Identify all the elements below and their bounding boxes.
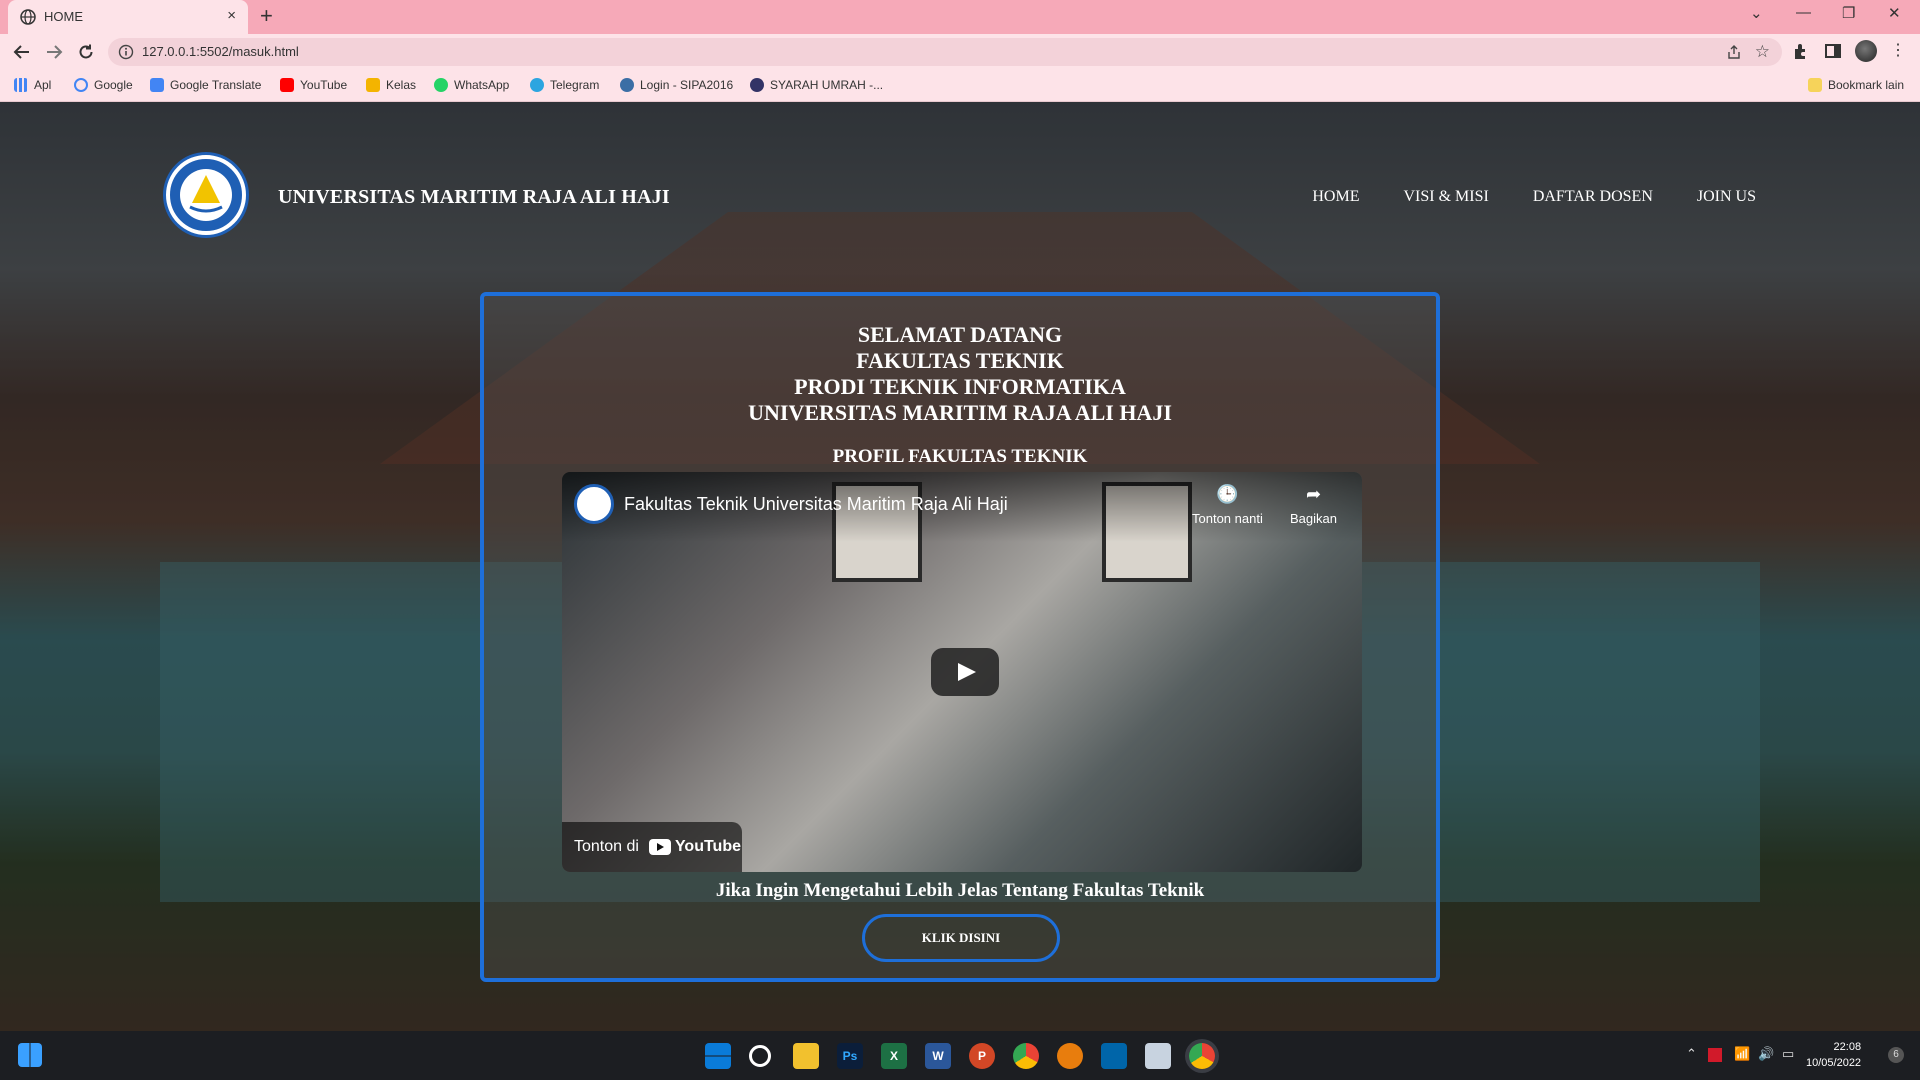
back-button[interactable] — [10, 40, 34, 64]
bookmark-google-translate[interactable]: Google Translate — [150, 78, 261, 92]
url-text[interactable]: 127.0.0.1:5502/masuk.html — [142, 44, 299, 59]
bookmark-star-icon[interactable]: ☆ — [1755, 42, 1770, 62]
profile-avatar[interactable] — [1855, 40, 1877, 62]
info-text: Jika Ingin Mengetahui Lebih Jelas Tentan… — [715, 880, 1205, 901]
youtube-icon — [280, 78, 294, 92]
photoshop-icon[interactable]: Ps — [837, 1043, 863, 1069]
tab-title: HOME — [44, 9, 83, 24]
box-app-icon[interactable] — [1145, 1043, 1171, 1069]
main-nav: HOME VISI & MISI DAFTAR DOSEN JOIN US — [1312, 188, 1756, 206]
windows-start-icon[interactable] — [18, 1043, 42, 1067]
nav-join-us[interactable]: JOIN US — [1697, 188, 1756, 206]
whatsapp-icon — [434, 78, 448, 92]
welcome-line: UNIVERSITAS MARITIM RAJA ALI HAJI — [748, 400, 1172, 425]
sipa-icon — [620, 78, 634, 92]
reload-button[interactable] — [74, 40, 98, 64]
windows-taskbar: Ps X W P ⌃ 📶 🔊 ▭ 22:08 10/05/2022 6 — [0, 1031, 1920, 1080]
channel-avatar[interactable] — [574, 484, 614, 524]
bookmarks-bar: Apl Google Google Translate YouTube Kela… — [0, 70, 1920, 102]
menu-icon[interactable]: ⋮ — [1890, 40, 1906, 60]
tab-strip: HOME × + ⌄ — ❐ ✕ — [0, 0, 1920, 34]
notification-badge[interactable]: 6 — [1888, 1047, 1904, 1063]
arrow-left-icon — [13, 45, 29, 59]
welcome-line: SELAMAT DATANG — [857, 322, 1063, 347]
bookmark-other-folder[interactable]: Bookmark lain — [1808, 78, 1904, 92]
welcome-card: SELAMAT DATANG FAKULTAS TEKNIK PRODI TEK… — [480, 292, 1440, 982]
profile-title: PROFIL FAKULTAS TEKNIK — [832, 446, 1088, 467]
play-button[interactable] — [931, 648, 999, 696]
bookmark-youtube[interactable]: YouTube — [280, 78, 347, 92]
tray-chevron-icon[interactable]: ⌃ — [1686, 1046, 1697, 1062]
tab-close-button[interactable]: × — [227, 7, 236, 24]
tab-search-button[interactable]: ⌄ — [1750, 4, 1763, 22]
youtube-logo-icon: YouTube — [648, 838, 741, 856]
info-icon[interactable] — [118, 44, 134, 60]
side-panel-icon[interactable] — [1824, 42, 1842, 60]
minimize-button[interactable]: — — [1796, 4, 1811, 21]
translate-icon — [150, 78, 164, 92]
wifi-icon[interactable]: 📶 — [1734, 1046, 1750, 1062]
watch-on-youtube-button[interactable]: Tonton di YouTube — [562, 822, 742, 872]
bookmark-telegram[interactable]: Telegram — [530, 78, 599, 92]
vscode-icon[interactable] — [1101, 1043, 1127, 1069]
bookmark-whatsapp[interactable]: WhatsApp — [434, 78, 509, 92]
site-title: UNIVERSITAS MARITIM RAJA ALI HAJI — [278, 186, 670, 208]
tab-home[interactable]: HOME × — [8, 0, 248, 34]
share-icon[interactable] — [1726, 44, 1742, 60]
share-arrow-icon: ➦ — [1305, 484, 1322, 504]
address-bar[interactable]: 127.0.0.1:5502/masuk.html ☆ — [108, 38, 1782, 66]
reload-icon — [79, 44, 93, 59]
battery-icon[interactable]: ▭ — [1782, 1046, 1794, 1062]
bookmark-kelas[interactable]: Kelas — [366, 78, 416, 92]
word-icon[interactable]: W — [925, 1043, 951, 1069]
share-video-button[interactable]: ➦ Bagikan — [1290, 484, 1337, 526]
page-viewport: UNIVERSITAS MARITIM RAJA ALI HAJI HOME V… — [0, 102, 1920, 1031]
google-icon — [74, 78, 88, 92]
tray-app-icon[interactable] — [1708, 1048, 1722, 1062]
clock-icon: 🕒 — [1216, 484, 1239, 504]
classroom-icon — [366, 78, 380, 92]
arrow-right-icon — [47, 45, 63, 59]
telegram-icon — [530, 78, 544, 92]
bookmark-apl[interactable]: Apl — [14, 78, 51, 92]
welcome-heading: SELAMAT DATANG FAKULTAS TEKNIK PRODI TEK… — [484, 322, 1436, 426]
search-icon[interactable] — [749, 1045, 771, 1067]
globe-icon — [20, 9, 36, 25]
welcome-line: PRODI TEKNIK INFORMATIKA — [794, 374, 1126, 399]
nav-home[interactable]: HOME — [1312, 188, 1359, 206]
university-logo[interactable] — [166, 155, 246, 235]
bookmark-sipa[interactable]: Login - SIPA2016 — [620, 78, 733, 92]
klik-disini-button[interactable]: KLIK DISINI — [862, 914, 1060, 962]
bookmark-syarah-umrah[interactable]: SYARAH UMRAH -... — [750, 78, 883, 92]
nav-daftar-dosen[interactable]: DAFTAR DOSEN — [1533, 188, 1653, 206]
volume-icon[interactable]: 🔊 — [1758, 1046, 1774, 1062]
youtube-embed[interactable]: Fakultas Teknik Universitas Maritim Raja… — [562, 472, 1362, 872]
apps-grid-icon — [14, 78, 28, 92]
folder-icon — [1808, 78, 1822, 92]
watch-later-button[interactable]: 🕒 Tonton nanti — [1192, 484, 1263, 526]
powerpoint-icon[interactable]: P — [969, 1043, 995, 1069]
video-title[interactable]: Fakultas Teknik Universitas Maritim Raja… — [624, 494, 1008, 515]
chrome-active-icon[interactable] — [1189, 1043, 1215, 1069]
system-clock[interactable]: 22:08 10/05/2022 — [1806, 1039, 1861, 1071]
welcome-line: FAKULTAS TEKNIK — [856, 348, 1064, 373]
new-tab-button[interactable]: + — [260, 3, 273, 29]
nav-visi-misi[interactable]: VISI & MISI — [1403, 188, 1488, 206]
maximize-button[interactable]: ❐ — [1842, 4, 1855, 22]
sailboat-emblem-icon — [180, 169, 232, 221]
extensions-icon[interactable] — [1792, 42, 1810, 60]
browser-toolbar: 127.0.0.1:5502/masuk.html ☆ ⋮ — [0, 34, 1920, 70]
start-menu-icon[interactable] — [705, 1043, 731, 1069]
close-window-button[interactable]: ✕ — [1888, 4, 1901, 22]
file-explorer-icon[interactable] — [793, 1043, 819, 1069]
blender-icon[interactable] — [1057, 1043, 1083, 1069]
excel-icon[interactable]: X — [881, 1043, 907, 1069]
syarah-icon — [750, 78, 764, 92]
bookmark-google[interactable]: Google — [74, 78, 133, 92]
chrome-icon[interactable] — [1013, 1043, 1039, 1069]
forward-button[interactable] — [42, 40, 66, 64]
